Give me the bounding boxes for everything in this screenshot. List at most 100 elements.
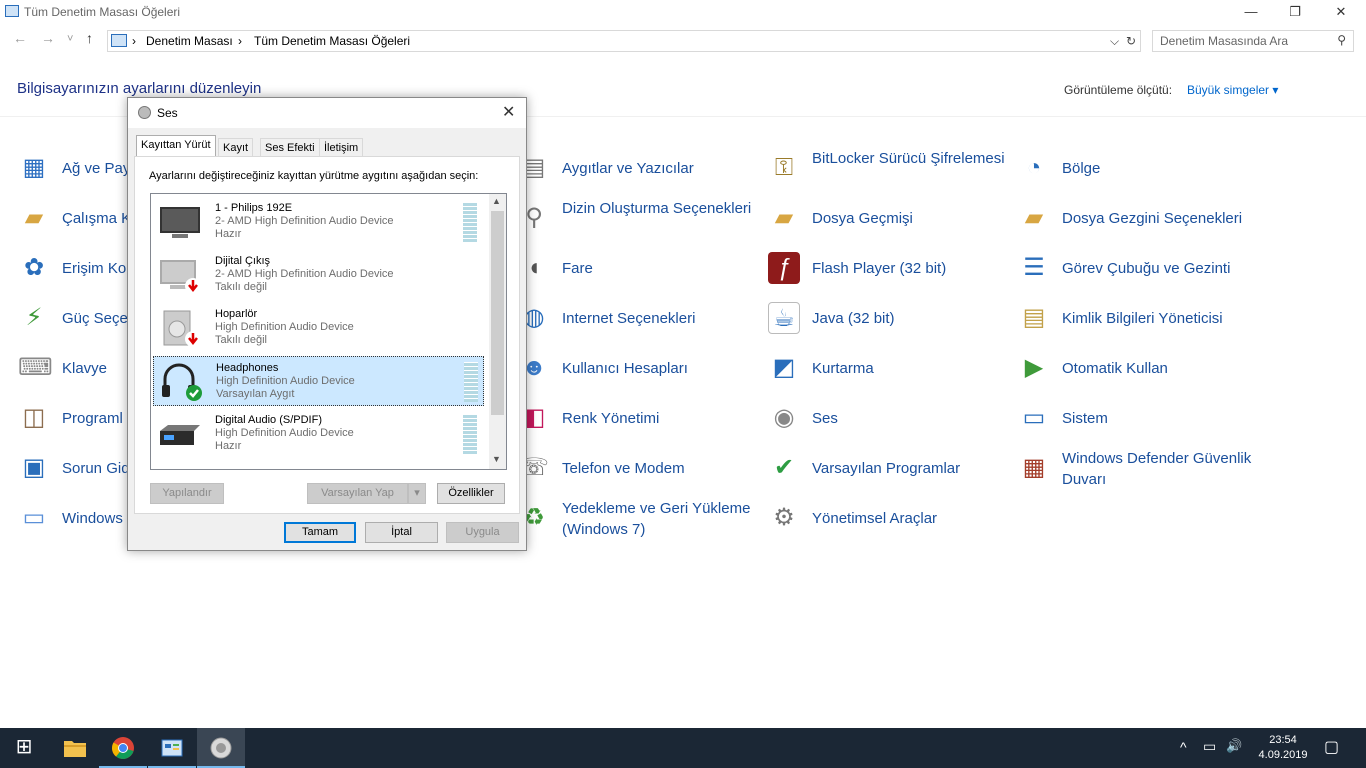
ok-button[interactable]: Tamam (284, 522, 356, 543)
item-file-explorer-options[interactable]: ▰ Dosya Gezgini Seçenekleri (1018, 198, 1258, 242)
set-default-dropdown-icon[interactable]: ▾ (408, 483, 426, 504)
sound-icon: ◉ (773, 404, 795, 431)
device-description: High Definition Audio Device (215, 427, 354, 439)
taskbar: ⊞ ^ ▭ 🔊 23:54 4.09.2019 ▢ (0, 728, 1366, 768)
item-label: Dosya Geçmişi (812, 210, 913, 227)
item-phone-modem[interactable]: ☏ Telefon ve Modem (518, 448, 758, 492)
item-file-history[interactable]: ▰ Dosya Geçmişi (768, 198, 1008, 242)
sound-dialog: Ses ✕ Kayıttan Yürüt Kayıt Ses Efekti İl… (127, 97, 527, 551)
item-administrative-tools[interactable]: ⚙ Yönetimsel Araçlar (768, 498, 1008, 542)
default-programs-icon: ✔ (773, 454, 795, 481)
device-status: Takılı değil (215, 281, 267, 293)
tab-communications[interactable]: İletişim (319, 138, 364, 156)
item-label: Ses (812, 410, 838, 427)
item-system[interactable]: ▭ Sistem (1018, 398, 1258, 442)
item-devices-printers[interactable]: ▤ Aygıtlar ve Yazıcılar (518, 148, 758, 192)
set-default-button[interactable]: Varsayılan Yap (307, 483, 408, 504)
taskbar-clock[interactable]: 23:54 4.09.2019 (1253, 733, 1313, 763)
item-bitlocker[interactable]: ⚿ BitLocker Sürücü Şifrelemesi (768, 148, 1008, 192)
tab-playback[interactable]: Kayıttan Yürüt (136, 135, 216, 157)
device-list[interactable]: 1 - Philips 192E 2- AMD High Definition … (150, 193, 507, 470)
search-icon[interactable]: ⚲ (1337, 33, 1346, 47)
device-digital-output[interactable]: Dijital Çıkış 2- AMD High Definition Aud… (153, 250, 484, 300)
notification-icon[interactable]: ▢ (1324, 737, 1339, 757)
item-color-management[interactable]: ◧ Renk Yönetimi (518, 398, 758, 442)
apply-button[interactable]: Uygula (446, 522, 519, 543)
volume-icon[interactable]: 🔊 (1226, 738, 1242, 754)
device-digital-audio[interactable]: Digital Audio (S/PDIF) High Definition A… (153, 409, 484, 459)
properties-button[interactable]: Özellikler (437, 483, 505, 504)
address-bar[interactable]: › Denetim Masası › Tüm Denetim Masası Öğ… (107, 30, 1141, 52)
configure-button[interactable]: Yapılandır (150, 483, 224, 504)
up-button[interactable]: ↑ (86, 30, 93, 46)
credential-manager-icon: ▤ (1022, 304, 1046, 331)
java-icon: ☕ (768, 302, 800, 334)
maximize-button[interactable]: ❐ (1272, 0, 1318, 26)
network-icon[interactable]: ▭ (1203, 738, 1216, 755)
device-name: 1 - Philips 192E (215, 202, 293, 214)
item-region[interactable]: ◔ Bölge (1018, 148, 1258, 192)
scrollbar-thumb[interactable] (491, 211, 504, 415)
address-dropdown-icon[interactable]: ⌵ (1110, 34, 1119, 49)
item-user-accounts[interactable]: ☻ Kullanıcı Hesapları (518, 348, 758, 392)
cancel-button[interactable]: İptal (365, 522, 438, 543)
device-status: Takılı değil (215, 334, 267, 346)
scroll-down-icon[interactable]: ▼ (492, 454, 501, 464)
item-java[interactable]: ☕ Java (32 bit) (768, 298, 1008, 342)
recent-locations-button[interactable]: ˅ (67, 33, 73, 45)
item-label: Varsayılan Programlar (812, 460, 961, 477)
taskbar-navigation-icon: ☰ (1023, 254, 1045, 281)
system-icon: ▭ (1022, 404, 1046, 431)
view-by-dropdown[interactable]: Büyük simgeler ▾ (1187, 83, 1278, 97)
item-label: Sistem (1062, 410, 1108, 427)
tray-expand-icon[interactable]: ^ (1180, 739, 1187, 755)
windows-to-go-icon: ▭ (22, 504, 46, 531)
taskbar-chrome[interactable] (99, 728, 147, 768)
back-button[interactable]: ← (13, 30, 27, 46)
item-label: Yönetimsel Araçlar (812, 510, 938, 527)
keyboard-icon: ⌨ (18, 354, 53, 381)
search-input[interactable]: Denetim Masasında Ara ⚲ (1152, 30, 1354, 52)
item-autoplay[interactable]: ▶ Otomatik Kullan (1018, 348, 1258, 392)
item-mouse[interactable]: ◖ Fare (518, 248, 758, 292)
bitlocker-icon: ⚿ (774, 154, 794, 181)
item-label: Dosya Gezgini Seçenekleri (1062, 210, 1243, 227)
work-folders-icon: ▰ (24, 204, 44, 231)
clock-date: 4.09.2019 (1258, 749, 1308, 761)
device-philips[interactable]: 1 - Philips 192E 2- AMD High Definition … (153, 197, 484, 247)
device-speaker[interactable]: Hoparlör High Definition Audio Device Ta… (153, 303, 484, 353)
breadcrumb-control-panel[interactable]: Denetim Masası (146, 34, 233, 48)
forward-button[interactable]: → (41, 30, 55, 46)
refresh-icon[interactable]: ↻ (1126, 34, 1136, 48)
item-sound[interactable]: ◉ Ses (768, 398, 1008, 442)
tab-sound-effects[interactable]: Ses Efekti (260, 138, 320, 156)
item-indexing-options[interactable]: ⚲ Dizin Oluşturma Seçenekleri (518, 198, 758, 242)
item-recovery[interactable]: ◩ Kurtarma (768, 348, 1008, 392)
item-credential-manager[interactable]: ▤ Kimlik Bilgileri Yöneticisi (1018, 298, 1258, 342)
dialog-close-button[interactable]: ✕ (502, 102, 515, 122)
playback-panel: Ayarlarını değiştireceğiniz kayıttan yür… (134, 156, 520, 514)
item-internet-options[interactable]: ◍ Internet Seçenekleri (518, 298, 758, 342)
item-firewall[interactable]: ▦ Windows Defender Güvenlik Duvarı (1018, 448, 1258, 492)
minimize-button[interactable]: — (1228, 0, 1274, 26)
item-flash-player[interactable]: ƒ Flash Player (32 bit) (768, 248, 1008, 292)
item-default-programs[interactable]: ✔ Varsayılan Programlar (768, 448, 1008, 492)
item-taskbar-navigation[interactable]: ☰ Görev Çubuğu ve Gezinti (1018, 248, 1258, 292)
device-name: Headphones (216, 362, 279, 374)
device-headphones[interactable]: Headphones High Definition Audio Device … (153, 356, 484, 406)
item-backup-restore[interactable]: ♻ Yedekleme ve Geri Yükleme (Windows 7) (518, 498, 758, 542)
taskbar-sound[interactable] (197, 728, 245, 768)
taskbar-file-explorer[interactable] (51, 728, 99, 768)
taskbar-control-panel[interactable] (148, 728, 196, 768)
speaker-disconnected-icon (163, 310, 201, 347)
scroll-up-icon[interactable]: ▲ (492, 196, 501, 206)
breadcrumb-separator: › (238, 34, 242, 48)
breadcrumb-all-items[interactable]: Tüm Denetim Masası Öğeleri (254, 34, 410, 48)
tab-recording[interactable]: Kayıt (218, 138, 254, 156)
item-label: Kimlik Bilgileri Yöneticisi (1062, 310, 1223, 327)
close-button[interactable]: ✕ (1318, 0, 1364, 26)
start-button[interactable]: ⊞ (0, 728, 48, 768)
device-name: Hoparlör (215, 308, 258, 320)
volume-meter (463, 202, 477, 242)
device-list-scrollbar[interactable]: ▲ ▼ (489, 194, 506, 469)
